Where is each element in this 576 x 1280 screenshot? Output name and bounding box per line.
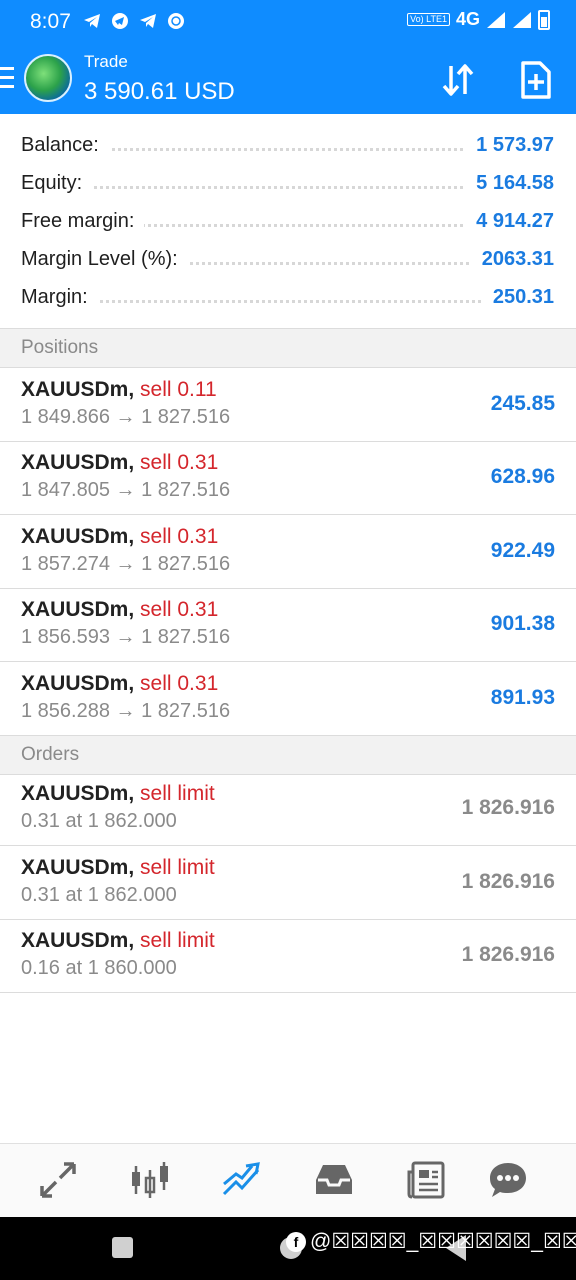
position-side: sell 0.11 [140, 378, 217, 401]
order-symbol: XAUUSDm, [21, 856, 135, 879]
watermark-text: @☒☒☒☒_☒☒☒☒☒☒_☒☒ [310, 1230, 576, 1253]
telegram-circle-icon [112, 13, 128, 29]
summary-value: 4 914.27 [466, 210, 554, 233]
account-summary: Balance: 1 573.97 Equity: 5 164.58 Free … [0, 126, 576, 316]
new-order-icon[interactable] [516, 60, 556, 100]
account-profit: 3 590.61 USD [84, 78, 235, 105]
signal-icon [487, 11, 505, 28]
orders-header: Orders [0, 735, 576, 775]
summary-equity: Equity: 5 164.58 [0, 164, 576, 202]
section-title: Orders [21, 744, 80, 765]
position-profit: 245.85 [490, 392, 555, 415]
summary-label: Margin Level (%): [21, 248, 188, 271]
position-symbol: XAUUSDm, [21, 598, 135, 621]
position-profit: 628.96 [490, 465, 555, 488]
sort-icon[interactable] [438, 60, 478, 100]
order-side: sell limit [140, 856, 215, 879]
order-row[interactable]: XAUUSDm, sell limit 0.16 at 1 860.000 1 … [0, 919, 576, 993]
order-current-price: 1 826.916 [461, 943, 555, 966]
summary-label: Free margin: [21, 210, 145, 233]
position-row[interactable]: XAUUSDm, sell 0.11 1 849.866 → 1 827.516… [0, 368, 576, 442]
summary-label: Balance: [21, 134, 109, 157]
facebook-icon: f [286, 1231, 306, 1252]
order-detail: 0.31 at 1 862.000 [21, 884, 177, 906]
summary-label: Equity: [21, 172, 93, 195]
position-row[interactable]: XAUUSDm, sell 0.31 1 856.288 → 1 827.516… [0, 662, 576, 736]
dotted-leader [21, 300, 554, 303]
position-symbol: XAUUSDm, [21, 672, 135, 695]
position-profit: 901.38 [490, 612, 555, 635]
app-header: Trade 3 590.61 USD [0, 42, 576, 114]
system-navigation-bar: f @☒☒☒☒_☒☒☒☒☒☒_☒☒ [0, 1217, 576, 1280]
page-title: Trade [84, 52, 128, 71]
bottom-navigation [0, 1143, 576, 1217]
status-bar: 8:07 Vo) LTE1 4G [0, 0, 576, 42]
position-symbol: XAUUSDm, [21, 378, 135, 401]
watermark: f @☒☒☒☒_☒☒☒☒☒☒_☒☒ [286, 1229, 576, 1254]
top-bar: 8:07 Vo) LTE1 4G Trade 3 590.61 USD [0, 0, 576, 114]
position-prices: 1 856.288 → 1 827.516 [21, 700, 231, 722]
position-prices: 1 856.593 → 1 827.516 [21, 626, 231, 648]
summary-value: 5 164.58 [466, 172, 554, 195]
network-type: 4G [455, 9, 480, 29]
position-profit: 922.49 [490, 539, 555, 562]
app-logo [24, 54, 72, 102]
section-title: Positions [21, 337, 99, 358]
summary-margin: Margin: 250.31 [0, 278, 576, 316]
position-side: sell 0.31 [140, 525, 219, 548]
summary-balance: Balance: 1 573.97 [0, 126, 576, 164]
order-row[interactable]: XAUUSDm, sell limit 0.31 at 1 862.000 1 … [0, 846, 576, 920]
position-side: sell 0.31 [140, 672, 219, 695]
summary-value: 250.31 [482, 286, 554, 309]
menu-icon[interactable] [0, 67, 14, 89]
position-symbol: XAUUSDm, [21, 525, 135, 548]
position-side: sell 0.31 [140, 451, 219, 474]
chart-candles-icon[interactable] [130, 1160, 170, 1200]
notification-icons [82, 11, 186, 31]
status-right: Vo) LTE1 4G [407, 9, 550, 30]
telegram-icon [84, 14, 100, 28]
order-detail: 0.31 at 1 862.000 [21, 810, 177, 832]
summary-value: 1 573.97 [466, 134, 554, 157]
position-prices: 1 847.805 → 1 827.516 [21, 479, 231, 501]
order-side: sell limit [140, 929, 215, 952]
trade-icon[interactable] [222, 1160, 262, 1200]
quotes-arrows-icon[interactable] [38, 1160, 78, 1200]
position-prices: 1 849.866 → 1 827.516 [21, 406, 231, 428]
order-current-price: 1 826.916 [461, 796, 555, 819]
status-time: 8:07 [30, 10, 71, 33]
position-row[interactable]: XAUUSDm, sell 0.31 1 856.593 → 1 827.516… [0, 588, 576, 662]
order-current-price: 1 826.916 [461, 870, 555, 893]
summary-label: Margin: [21, 286, 98, 309]
signal-icon [513, 11, 531, 28]
position-prices: 1 857.274 → 1 827.516 [21, 553, 231, 575]
position-row[interactable]: XAUUSDm, sell 0.31 1 857.274 → 1 827.516… [0, 515, 576, 589]
order-row[interactable]: XAUUSDm, sell limit 0.31 at 1 862.000 1 … [0, 772, 576, 846]
summary-value: 2063.31 [471, 248, 554, 271]
summary-free-margin: Free margin: 4 914.27 [0, 202, 576, 240]
globe-icon [168, 13, 184, 29]
news-icon[interactable] [406, 1160, 446, 1200]
order-symbol: XAUUSDm, [21, 782, 135, 805]
messages-icon[interactable] [488, 1160, 528, 1200]
positions-header: Positions [0, 328, 576, 368]
order-detail: 0.16 at 1 860.000 [21, 957, 177, 979]
position-side: sell 0.31 [140, 598, 219, 621]
position-symbol: XAUUSDm, [21, 451, 135, 474]
volte-indicator: Vo) LTE1 [407, 13, 450, 26]
summary-margin-level: Margin Level (%): 2063.31 [0, 240, 576, 278]
position-row[interactable]: XAUUSDm, sell 0.31 1 847.805 → 1 827.516… [0, 441, 576, 515]
telegram-icon [140, 14, 156, 28]
order-side: sell limit [140, 782, 215, 805]
recents-button[interactable] [112, 1237, 133, 1258]
battery-icon [538, 9, 550, 30]
history-inbox-icon[interactable] [314, 1160, 354, 1200]
order-symbol: XAUUSDm, [21, 929, 135, 952]
position-profit: 891.93 [490, 686, 555, 709]
